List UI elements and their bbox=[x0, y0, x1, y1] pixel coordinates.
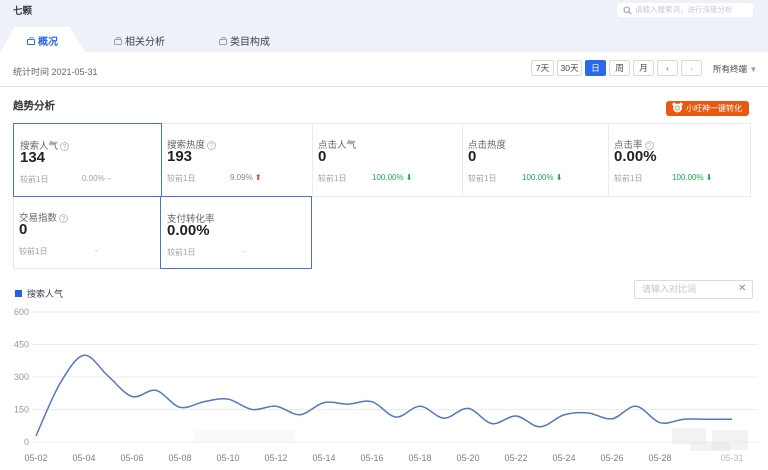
svg-text:05-12: 05-12 bbox=[264, 453, 287, 463]
svg-text:05-02: 05-02 bbox=[24, 453, 47, 463]
svg-text:05-31: 05-31 bbox=[720, 453, 743, 463]
svg-text:05-16: 05-16 bbox=[360, 453, 383, 463]
svg-text:05-06: 05-06 bbox=[120, 453, 143, 463]
svg-text:05-14: 05-14 bbox=[312, 453, 335, 463]
svg-text:05-20: 05-20 bbox=[456, 453, 479, 463]
svg-text:300: 300 bbox=[14, 372, 29, 382]
svg-text:05-24: 05-24 bbox=[552, 453, 575, 463]
svg-text:0: 0 bbox=[24, 437, 29, 447]
svg-text:05-10: 05-10 bbox=[216, 453, 239, 463]
svg-text:05-26: 05-26 bbox=[600, 453, 623, 463]
svg-text:150: 150 bbox=[14, 405, 29, 415]
svg-text:05-22: 05-22 bbox=[504, 453, 527, 463]
svg-text:450: 450 bbox=[14, 340, 29, 350]
svg-text:05-04: 05-04 bbox=[72, 453, 95, 463]
svg-text:05-08: 05-08 bbox=[168, 453, 191, 463]
svg-text:600: 600 bbox=[14, 307, 29, 317]
svg-text:05-28: 05-28 bbox=[648, 453, 671, 463]
svg-text:05-18: 05-18 bbox=[408, 453, 431, 463]
